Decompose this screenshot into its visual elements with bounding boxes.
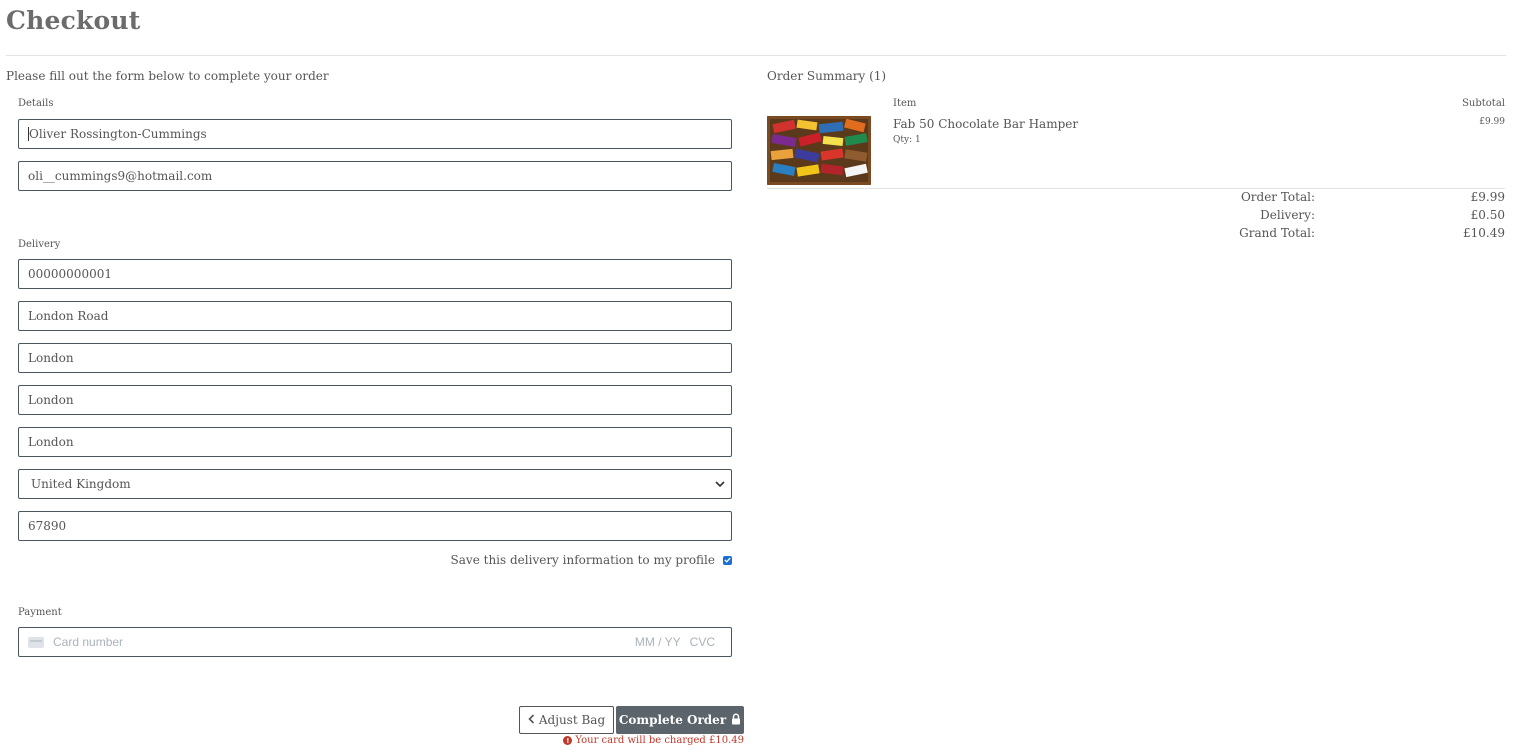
delivery-cost-label: Delivery: <box>1260 208 1315 222</box>
postcode-input[interactable]: 67890 <box>18 511 732 541</box>
subtotal-column-header: Subtotal <box>1462 98 1505 109</box>
order-total-value: £9.99 <box>1470 190 1505 204</box>
charge-notice: ! Your card will be charged £10.49 <box>563 735 744 746</box>
grand-total-value: £10.49 <box>1463 226 1505 240</box>
details-label: Details <box>18 98 54 109</box>
country-value: United Kingdom <box>31 477 131 491</box>
area-value: London <box>28 435 74 449</box>
card-element[interactable]: Card number MM / YY CVC <box>18 627 732 657</box>
save-info-label: Save this delivery information to my pro… <box>450 553 715 567</box>
order-total-label: Order Total: <box>1240 190 1315 204</box>
street-address-value: London Road <box>28 309 109 323</box>
card-extra-fields: MM / YY CVC <box>635 635 715 649</box>
card-number-placeholder: Card number <box>53 635 124 649</box>
save-info-row: Save this delivery information to my pro… <box>451 553 732 567</box>
county-input[interactable]: London <box>18 385 732 415</box>
complete-order-button[interactable]: Complete Order <box>616 706 744 734</box>
item-column-header: Item <box>893 98 917 109</box>
adjust-bag-button[interactable]: Adjust Bag <box>519 706 614 734</box>
lock-icon <box>731 713 741 728</box>
town-or-city-input[interactable]: London <box>18 343 732 373</box>
grand-total-label: Grand Total: <box>1239 226 1315 240</box>
order-summary-title: Order Summary (1) <box>767 69 887 83</box>
product-quantity: Qty: 1 <box>893 135 921 145</box>
product-name: Fab 50 Chocolate Bar Hamper <box>893 117 1079 131</box>
charge-notice-text: Your card will be charged £10.49 <box>575 735 744 746</box>
save-info-checkbox[interactable] <box>723 555 732 565</box>
chevron-down-icon <box>715 480 725 488</box>
payment-label: Payment <box>18 607 62 618</box>
full-name-input[interactable]: Oliver Rossington-Cummings <box>18 119 732 149</box>
phone-number-value: 00000000001 <box>28 267 112 281</box>
header-divider <box>6 55 1506 56</box>
product-image[interactable] <box>767 116 871 185</box>
exclamation-circle-icon: ! <box>563 736 573 745</box>
summary-divider <box>767 188 1505 189</box>
credit-card-icon <box>28 636 44 648</box>
phone-number-input[interactable]: 00000000001 <box>18 259 732 289</box>
town-or-city-value: London <box>28 351 74 365</box>
full-name-value: Oliver Rossington-Cummings <box>29 127 207 141</box>
postcode-value: 67890 <box>28 519 67 533</box>
form-intro: Please fill out the form below to comple… <box>6 69 329 83</box>
street-address-input[interactable]: London Road <box>18 301 732 331</box>
delivery-label: Delivery <box>18 239 61 250</box>
cvc-placeholder[interactable]: CVC <box>690 635 715 649</box>
complete-order-label: Complete Order <box>618 713 727 727</box>
product-subtotal: £9.99 <box>1479 117 1505 127</box>
adjust-bag-label: Adjust Bag <box>538 713 606 727</box>
page-title: Checkout <box>6 6 141 35</box>
country-select[interactable]: United Kingdom <box>18 469 732 499</box>
chevron-left-icon <box>528 713 535 727</box>
expiry-placeholder[interactable]: MM / YY <box>635 635 681 649</box>
county-value: London <box>28 393 74 407</box>
email-input[interactable]: oli__cummings9@hotmail.com <box>18 161 732 191</box>
card-number-area: Card number <box>28 635 123 649</box>
delivery-cost-value: £0.50 <box>1470 208 1505 222</box>
area-input[interactable]: London <box>18 427 732 457</box>
email-value: oli__cummings9@hotmail.com <box>28 169 213 183</box>
